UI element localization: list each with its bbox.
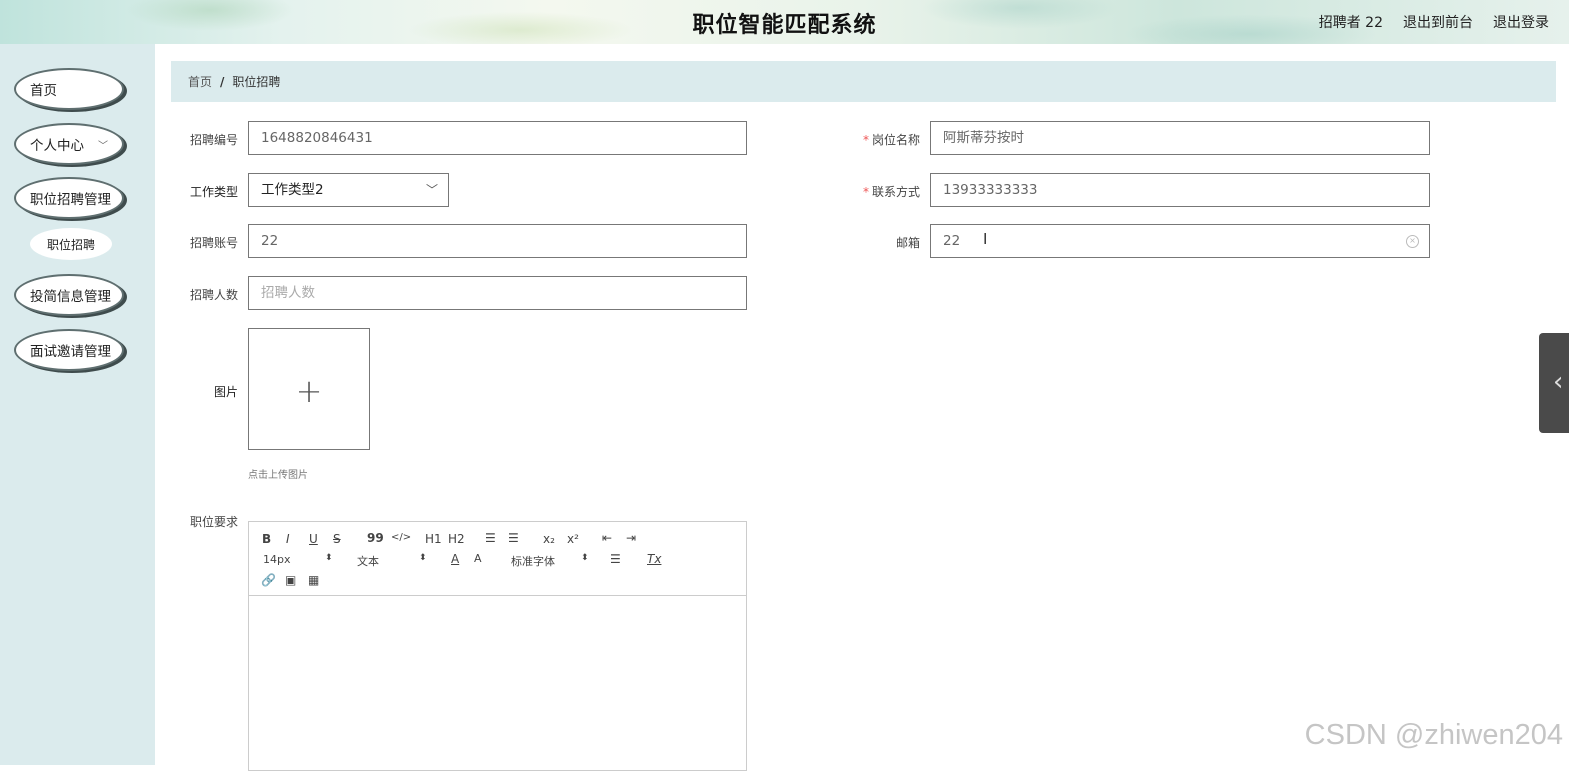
subscript-button[interactable]: x₂	[543, 532, 555, 546]
sidebar-item-label: 投简信息管理	[30, 289, 111, 305]
font-size-select[interactable]: 14px ⬍	[263, 553, 333, 566]
text-cursor-icon: I	[983, 230, 988, 248]
code-block-button[interactable]: </>	[391, 532, 411, 543]
sidebar-item-personal-center[interactable]: 个人中心 ﹀	[14, 123, 124, 165]
ordered-list-icon[interactable]: ☰	[485, 531, 496, 545]
bullet-list-icon[interactable]: ☰	[508, 531, 519, 545]
image-label: 图片	[213, 385, 238, 399]
back-to-front-link[interactable]: 退出到前台	[1403, 12, 1473, 32]
sidebar-item-label: 面试邀请管理	[30, 344, 111, 360]
watermark: CSDN @zhiwen204	[1304, 719, 1563, 751]
sidebar-item-interview-management[interactable]: 面试邀请管理	[14, 329, 124, 371]
superscript-button[interactable]: x²	[567, 532, 579, 546]
side-drawer-toggle[interactable]: ‹	[1539, 333, 1569, 433]
bold-button[interactable]: B	[262, 532, 271, 546]
strike-button[interactable]: S	[333, 532, 341, 546]
chevron-down-icon: ﹀	[98, 141, 108, 152]
video-icon[interactable]: ▦	[308, 573, 319, 587]
required-mark: *	[862, 185, 869, 199]
chevron-left-icon: ‹	[1553, 367, 1564, 397]
sidebar-item-job-management[interactable]: 职位招聘管理	[14, 177, 124, 219]
sidebar-item-resume-management[interactable]: 投简信息管理	[14, 274, 124, 316]
header-select[interactable]: 文本 ⬍	[357, 553, 427, 569]
editor-content[interactable]	[249, 596, 746, 771]
job-name-label-text: 岗位名称	[871, 133, 920, 147]
background-color-button[interactable]: A	[474, 552, 482, 565]
account-label: 招聘账号	[189, 236, 238, 250]
contact-label-text: 联系方式	[871, 185, 920, 199]
font-size-value: 14px	[263, 553, 291, 566]
clean-format-button[interactable]: Tx	[647, 552, 661, 566]
font-family-value: 标准字体	[511, 555, 555, 568]
header-actions: 招聘者 22 退出到前台 退出登录	[1319, 12, 1549, 32]
align-icon[interactable]: ☰	[610, 552, 621, 566]
italic-button[interactable]: I	[286, 532, 290, 546]
sidebar-item-label: 职位招聘管理	[30, 192, 111, 208]
h1-button[interactable]: H1	[425, 532, 442, 546]
job-name-input[interactable]: 阿斯蒂芬按时	[930, 121, 1430, 155]
headcount-input[interactable]: 招聘人数	[248, 276, 747, 310]
breadcrumb-separator: /	[220, 74, 225, 89]
sidebar-item-label: 首页	[30, 83, 57, 99]
contact-label: * 联系方式	[850, 183, 920, 200]
work-type-select[interactable]: 工作类型2 ﹀	[248, 173, 449, 207]
breadcrumb: 首页 / 职位招聘	[171, 61, 1556, 102]
account-input[interactable]: 22	[248, 224, 747, 258]
h2-button[interactable]: H2	[448, 532, 465, 546]
select-arrow-icon: ⬍	[325, 553, 333, 563]
required-mark: *	[862, 133, 869, 147]
font-family-select[interactable]: 标准字体 ⬍	[511, 553, 589, 569]
recruit-no-input[interactable]: 1648820846431	[248, 121, 747, 155]
outdent-icon[interactable]: ⇤	[602, 531, 612, 545]
sidebar-item-home[interactable]: 首页	[14, 68, 124, 110]
rich-text-editor: B I U S 99 </> H1 H2 ☰ ☰ x₂ x² ⇤ ⇥ 14px …	[248, 521, 747, 771]
recruit-no-label: 招聘编号	[189, 133, 238, 147]
breadcrumb-home[interactable]: 首页	[188, 73, 212, 90]
upload-tip: 点击上传图片	[248, 470, 308, 481]
blockquote-button[interactable]: 99	[367, 531, 384, 545]
work-type-label: 工作类型	[189, 185, 238, 199]
current-user: 招聘者 22	[1318, 15, 1383, 31]
sidebar-subitem-job-recruit[interactable]: 职位招聘	[30, 228, 112, 260]
requirement-label: 职位要求	[189, 515, 238, 529]
contact-input[interactable]: 13933333333	[930, 173, 1430, 207]
chevron-down-icon: ﹀	[425, 183, 438, 197]
sidebar-item-label: 职位招聘	[46, 237, 95, 252]
sidebar: 首页 个人中心 ﹀ 职位招聘管理 职位招聘 投简信息管理 面试邀请管理	[0, 44, 155, 765]
font-color-button[interactable]: A	[451, 552, 459, 566]
select-arrow-icon: ⬍	[419, 553, 427, 563]
logout-link[interactable]: 退出登录	[1493, 12, 1549, 32]
plus-icon: +	[295, 372, 323, 410]
breadcrumb-current: 职位招聘	[232, 75, 281, 89]
job-name-label: * 岗位名称	[850, 131, 920, 148]
image-icon[interactable]: ▣	[285, 573, 296, 587]
indent-icon[interactable]: ⇥	[626, 531, 636, 545]
underline-button[interactable]: U	[309, 532, 318, 546]
editor-toolbar: B I U S 99 </> H1 H2 ☰ ☰ x₂ x² ⇤ ⇥ 14px …	[249, 522, 746, 596]
email-value: 22	[943, 233, 961, 249]
email-input[interactable]: 22 I ×	[930, 224, 1430, 258]
link-icon[interactable]: 🔗	[261, 573, 276, 587]
header-value: 文本	[357, 555, 379, 568]
clear-icon[interactable]: ×	[1406, 235, 1419, 248]
email-label: 邮箱	[895, 236, 920, 250]
headcount-label: 招聘人数	[189, 288, 238, 302]
work-type-value: 工作类型2	[261, 182, 324, 198]
header: 职位智能匹配系统 招聘者 22 退出到前台 退出登录	[0, 0, 1569, 44]
select-arrow-icon: ⬍	[581, 553, 589, 563]
image-upload-button[interactable]: +	[248, 328, 370, 450]
sidebar-item-label: 个人中心	[30, 138, 84, 154]
